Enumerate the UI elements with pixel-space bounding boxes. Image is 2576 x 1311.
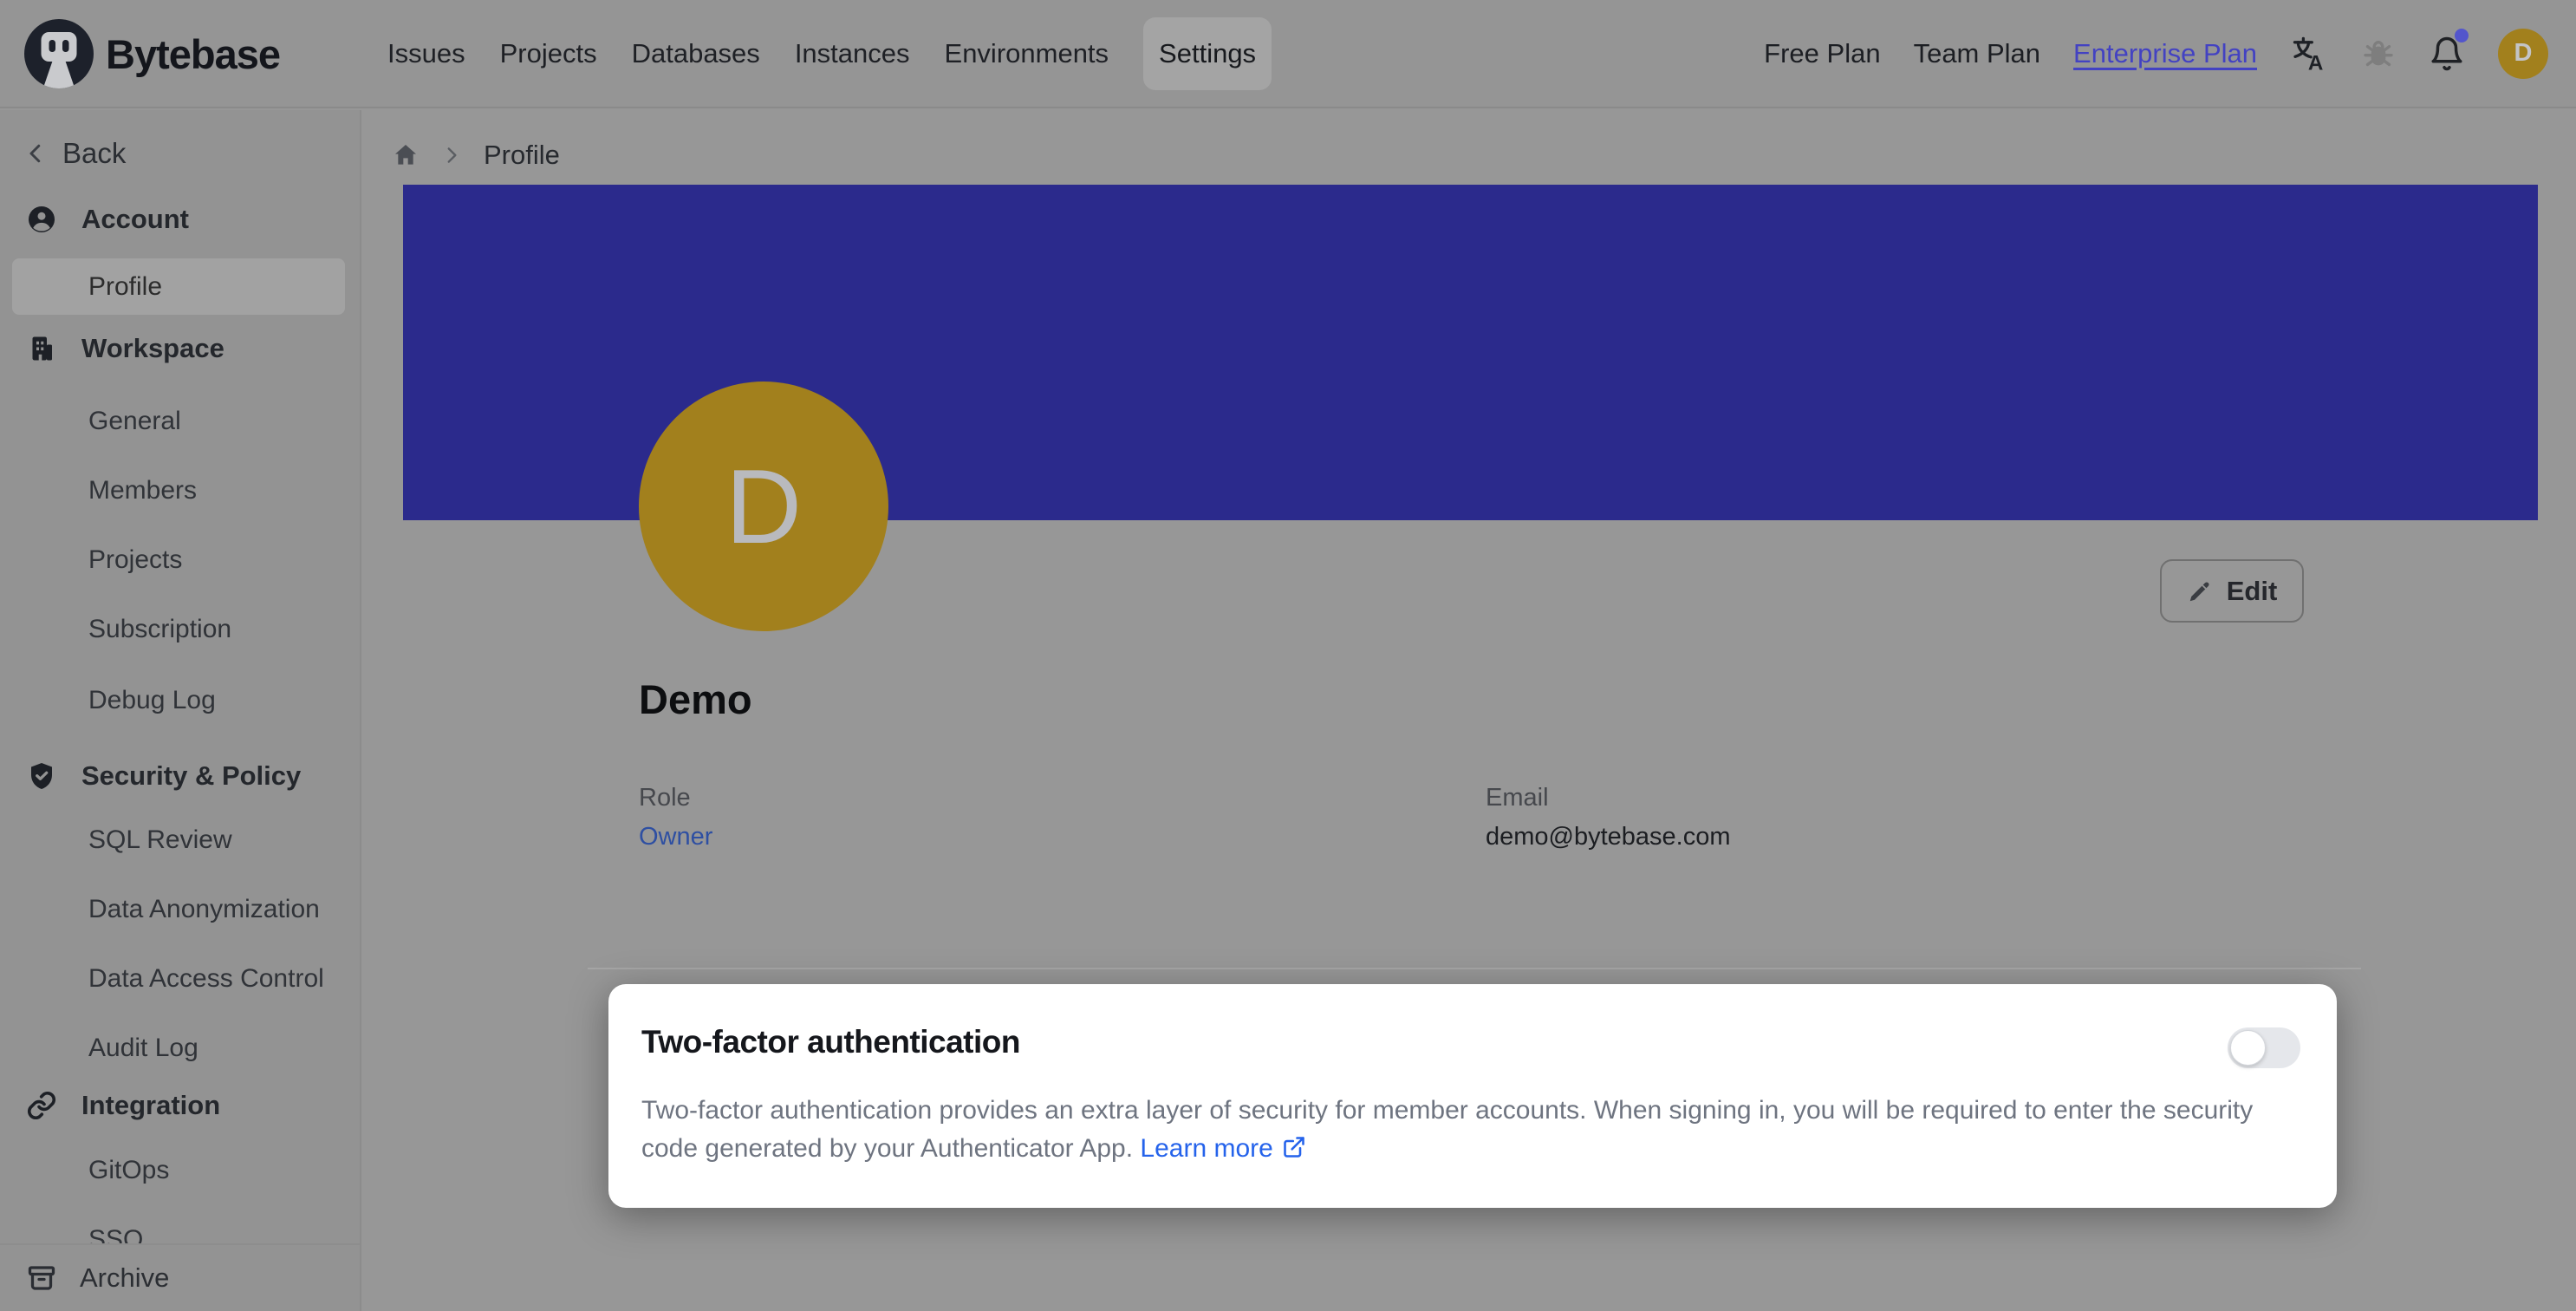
enterprise-plan-link[interactable]: Enterprise Plan (2073, 38, 2257, 69)
sidebar-item-debug-log[interactable]: Debug Log (12, 672, 345, 728)
edit-button-label: Edit (2227, 576, 2278, 607)
section-integration: Integration (26, 1088, 220, 1123)
chevron-left-icon (23, 140, 49, 166)
sidebar-item-subscription[interactable]: Subscription (12, 601, 345, 657)
main-content: Profile D Edit Demo Role Owner Email dem… (363, 110, 2576, 1311)
profile-avatar[interactable]: D (639, 382, 888, 631)
bytebase-logo[interactable]: Bytebase (24, 19, 280, 88)
nav-instances[interactable]: Instances (795, 38, 910, 69)
nav-environments[interactable]: Environments (945, 38, 1109, 69)
link-icon (26, 1090, 57, 1121)
archive-icon (26, 1262, 57, 1294)
section-workspace: Workspace (26, 331, 224, 366)
nav-issues[interactable]: Issues (387, 38, 465, 69)
two-factor-auth-description: Two-factor authentication provides an ex… (641, 1092, 2281, 1168)
shield-check-icon (26, 760, 57, 792)
logo-wordmark: Bytebase (106, 30, 280, 78)
building-icon (26, 333, 57, 364)
bug-report-icon[interactable] (2361, 36, 2396, 71)
nav-databases[interactable]: Databases (632, 38, 760, 69)
notification-bell-icon[interactable] (2429, 36, 2465, 72)
sidebar-item-audit-log[interactable]: Audit Log (12, 1020, 345, 1076)
home-icon[interactable] (392, 141, 420, 169)
archive-button[interactable]: Archive (0, 1243, 360, 1311)
sidebar-item-projects[interactable]: Projects (12, 532, 345, 588)
notification-dot (2455, 29, 2469, 42)
user-avatar[interactable]: D (2498, 29, 2548, 79)
section-account: Account (26, 202, 189, 237)
role-field-value[interactable]: Owner (639, 823, 712, 851)
section-security-policy: Security & Policy (26, 759, 301, 793)
user-circle-icon (26, 204, 57, 235)
header-right-cluster: Free Plan Team Plan Enterprise Plan A (1764, 0, 2548, 107)
settings-sidebar: Back Account Profile Workspace (0, 110, 361, 1311)
edit-profile-button[interactable]: Edit (2160, 559, 2304, 623)
email-field-value: demo@bytebase.com (1486, 823, 1731, 851)
main-nav: Issues Projects Databases Instances Envi… (387, 0, 1272, 107)
breadcrumb: Profile (392, 136, 560, 174)
sidebar-item-data-access-control[interactable]: Data Access Control (12, 950, 345, 1007)
external-link-icon (1282, 1134, 1306, 1163)
section-divider (588, 968, 2361, 969)
pencil-icon (2187, 578, 2213, 604)
back-button[interactable]: Back (23, 136, 126, 171)
sidebar-item-gitops[interactable]: GitOps (12, 1142, 345, 1198)
two-factor-auth-card: Two-factor authentication Two-factor aut… (608, 984, 2337, 1208)
sidebar-item-profile[interactable]: Profile (12, 258, 345, 315)
sidebar-item-sql-review[interactable]: SQL Review (12, 812, 345, 868)
bytebase-logo-icon (24, 19, 94, 88)
nav-projects[interactable]: Projects (500, 38, 597, 69)
language-icon[interactable]: A (2290, 35, 2328, 73)
learn-more-link[interactable]: Learn more (1140, 1134, 1305, 1163)
nav-settings-active[interactable]: Settings (1143, 17, 1272, 90)
free-plan-link[interactable]: Free Plan (1764, 38, 1880, 69)
two-factor-auth-toggle[interactable] (2228, 1027, 2300, 1068)
toggle-knob (2230, 1030, 2266, 1066)
profile-name: Demo (639, 675, 752, 723)
breadcrumb-page: Profile (484, 140, 560, 171)
team-plan-link[interactable]: Team Plan (1914, 38, 2040, 69)
breadcrumb-chevron-icon (440, 144, 463, 166)
top-header: Bytebase Issues Projects Databases Insta… (0, 0, 2576, 108)
sidebar-item-data-anonymization[interactable]: Data Anonymization (12, 881, 345, 937)
sidebar-item-members[interactable]: Members (12, 462, 345, 519)
sidebar-item-general[interactable]: General (12, 393, 345, 449)
role-field-label: Role (639, 784, 691, 812)
svg-text:A: A (2308, 51, 2323, 72)
email-field-label: Email (1486, 784, 1549, 812)
two-factor-auth-title: Two-factor authentication (641, 1024, 1020, 1060)
